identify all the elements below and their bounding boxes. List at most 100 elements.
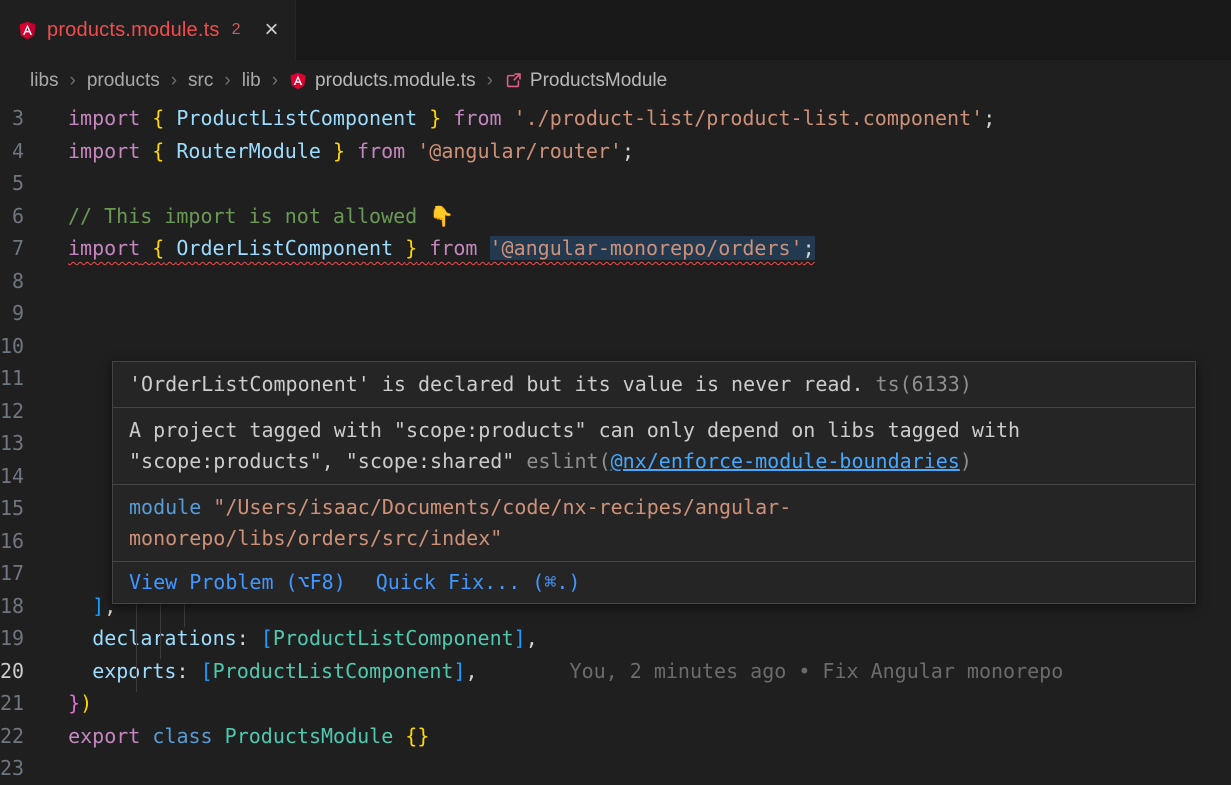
code-line[interactable]: 5 xyxy=(0,167,1231,200)
line-number: 14 xyxy=(0,460,68,493)
code-token: ) xyxy=(80,691,92,715)
code-token: { xyxy=(152,139,164,163)
code-token: { xyxy=(152,106,164,130)
tab-title: products.module.ts xyxy=(47,19,220,42)
view-problem-button[interactable]: View Problem (⌥F8) xyxy=(129,567,346,598)
code-token: } xyxy=(429,106,441,130)
code-token: export xyxy=(68,724,140,748)
code-token xyxy=(405,139,417,163)
code-line[interactable]: 8 xyxy=(0,265,1231,298)
code-token xyxy=(140,724,152,748)
chevron-right-icon: › xyxy=(487,70,493,92)
code-line[interactable]: 21}) xyxy=(0,687,1231,720)
code-line[interactable]: 7import { OrderListComponent } from '@an… xyxy=(0,232,1231,265)
chevron-right-icon: › xyxy=(70,70,76,92)
line-number: 17 xyxy=(0,557,68,590)
code-token: {} xyxy=(405,724,429,748)
hover-module-keyword: module xyxy=(129,495,201,519)
line-number: 11 xyxy=(0,362,68,395)
angular-icon xyxy=(18,21,37,40)
code-token xyxy=(140,139,152,163)
code-line[interactable]: 20 exports: [ProductListComponent], You, … xyxy=(0,655,1231,688)
git-blame-annotation: You, 2 minutes ago • Fix Angular monorep… xyxy=(570,655,1064,688)
breadcrumb-file-label: products.module.ts xyxy=(315,70,476,92)
code-token: OrderListComponent xyxy=(176,236,393,260)
code-token: ; xyxy=(622,139,634,163)
angular-icon xyxy=(289,72,308,91)
breadcrumb-item-src[interactable]: src xyxy=(188,70,213,92)
hover-module-info: module "/Users/isaac/Documents/code/nx-r… xyxy=(113,485,1195,562)
code-token xyxy=(164,236,176,260)
hover-eslint-line1: A project tagged with "scope:products" c… xyxy=(129,415,1179,446)
line-number: 7 xyxy=(0,232,68,265)
code-text: exports: [ProductListComponent], xyxy=(68,655,477,688)
code-token: ProductListComponent xyxy=(213,659,454,683)
hover-ts-diagnostic: 'OrderListComponent' is declared but its… xyxy=(113,362,1195,408)
breadcrumb-item-file[interactable]: products.module.ts xyxy=(289,70,476,92)
code-token xyxy=(502,106,514,130)
code-token: ] xyxy=(514,626,526,650)
code-line[interactable]: 9 xyxy=(0,297,1231,330)
code-token xyxy=(164,139,176,163)
code-token xyxy=(68,659,92,683)
line-number: 20 xyxy=(0,655,68,688)
editor: 3import { ProductListComponent } from '.… xyxy=(0,102,1231,785)
line-number: 9 xyxy=(0,297,68,330)
code-token: ProductListComponent xyxy=(176,106,417,130)
line-number: 16 xyxy=(0,525,68,558)
code-token: './product-list/product-list.component' xyxy=(514,106,984,130)
quick-fix-button[interactable]: Quick Fix... (⌘.) xyxy=(376,567,581,598)
code-line[interactable]: 3import { ProductListComponent } from '.… xyxy=(0,102,1231,135)
code-line[interactable]: 22export class ProductsModule {} xyxy=(0,720,1231,753)
close-icon[interactable]: × xyxy=(264,18,278,42)
code-token xyxy=(393,236,405,260)
code-token xyxy=(345,139,357,163)
breadcrumb-item-products[interactable]: products xyxy=(87,70,160,92)
tab-bar: products.module.ts 2 × xyxy=(0,0,1231,60)
code-token: , xyxy=(466,659,478,683)
breadcrumb-item-symbol[interactable]: ProductsModule xyxy=(504,70,667,92)
code-token: from xyxy=(429,236,477,260)
hover-module-path-1: "/Users/isaac/Documents/code/nx-recipes/… xyxy=(201,495,791,519)
code-token: import xyxy=(68,236,140,260)
code-token: RouterModule xyxy=(176,139,321,163)
code-token: import xyxy=(68,139,140,163)
code-token: ] xyxy=(453,659,465,683)
code-token xyxy=(140,236,152,260)
line-number: 22 xyxy=(0,720,68,753)
code-token: } xyxy=(405,236,417,260)
code-text: export class ProductsModule {} xyxy=(68,720,429,753)
code-token xyxy=(68,561,116,585)
code-token xyxy=(189,659,201,683)
hover-action-bar: View Problem (⌥F8) Quick Fix... (⌘.) xyxy=(113,562,1195,603)
hover-eslint-rule-link[interactable]: @nx/enforce-module-boundaries xyxy=(611,449,960,473)
code-line[interactable]: 4import { RouterModule } from '@angular/… xyxy=(0,135,1231,168)
tab-products-module[interactable]: products.module.ts 2 × xyxy=(0,0,296,60)
code-token xyxy=(441,106,453,130)
line-number: 13 xyxy=(0,427,68,460)
code-line[interactable]: 6// This import is not allowed 👇 xyxy=(0,200,1231,233)
code-token xyxy=(164,106,176,130)
hover-eslint-source-prefix: eslint( xyxy=(514,449,610,473)
code-token: class xyxy=(152,724,212,748)
code-token: [ xyxy=(201,659,213,683)
code-token: , xyxy=(526,626,538,650)
chevron-right-icon: › xyxy=(224,70,230,92)
code-token: 👇 xyxy=(429,204,454,228)
line-number: 15 xyxy=(0,492,68,525)
code-token: [ xyxy=(261,626,273,650)
line-number: 19 xyxy=(0,622,68,655)
breadcrumb: libs › products › src › lib › products.m… xyxy=(0,60,1231,102)
breadcrumb-item-lib[interactable]: lib xyxy=(242,70,261,92)
code-token: : xyxy=(237,626,249,650)
line-number: 10 xyxy=(0,330,68,363)
code-token: ; xyxy=(983,106,995,130)
code-token xyxy=(140,106,152,130)
code-token: ProductsModule xyxy=(225,724,394,748)
breadcrumb-item-libs[interactable]: libs xyxy=(30,70,59,92)
line-number: 4 xyxy=(0,135,68,168)
code-token: } xyxy=(333,139,345,163)
code-line[interactable]: 10 xyxy=(0,330,1231,363)
code-token: : xyxy=(176,659,188,683)
hover-module-path-2: monorepo/libs/orders/src/index" xyxy=(129,523,1179,554)
